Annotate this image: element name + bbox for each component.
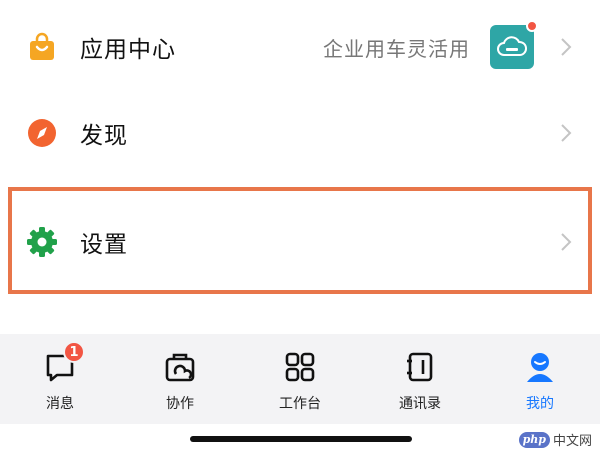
tab-label: 我的	[526, 396, 554, 412]
collaboration-icon	[163, 350, 197, 384]
watermark: php 中文网	[518, 430, 592, 449]
chevron-right-icon	[558, 36, 574, 58]
contacts-icon	[403, 350, 437, 384]
discover-label: 发现	[80, 123, 128, 149]
spacer	[0, 294, 600, 334]
app-center-promo-text: 企业用车灵活用	[323, 36, 470, 61]
shopping-bag-icon	[26, 31, 58, 63]
app-center-label: 应用中心	[80, 37, 176, 63]
tab-label: 工作台	[279, 396, 321, 412]
menu-item-app-center[interactable]: 应用中心 企业用车灵活用	[0, 4, 600, 90]
tab-label: 消息	[46, 396, 74, 412]
tab-contacts[interactable]: 通讯录	[360, 334, 480, 424]
notification-dot	[526, 20, 538, 32]
tab-messages[interactable]: 1 消息	[0, 334, 120, 424]
gear-icon	[26, 226, 58, 258]
menu-item-settings[interactable]: 设置	[0, 196, 600, 288]
message-icon: 1	[43, 341, 85, 384]
settings-label: 设置	[80, 232, 128, 258]
chevron-right-icon	[558, 122, 574, 144]
watermark-logo: php	[518, 431, 550, 448]
app-thumbnail[interactable]	[490, 20, 538, 69]
profile-icon	[523, 350, 557, 384]
tab-label: 通讯录	[399, 396, 441, 412]
tab-collaboration[interactable]: 协作	[120, 334, 240, 424]
chevron-right-icon	[558, 231, 574, 253]
home-indicator[interactable]	[190, 436, 412, 442]
tab-workbench[interactable]: 工作台	[240, 334, 360, 424]
menu-item-discover[interactable]: 发现	[0, 90, 600, 176]
compass-icon	[26, 117, 58, 149]
workbench-grid-icon	[283, 350, 317, 384]
bottom-tab-bar: 1 消息 协作 工作台 通讯录 我的	[0, 334, 600, 424]
watermark-text: 中文网	[552, 434, 592, 449]
unread-badge: 1	[63, 341, 85, 363]
tab-label: 协作	[166, 396, 194, 412]
tab-profile[interactable]: 我的	[480, 334, 600, 424]
